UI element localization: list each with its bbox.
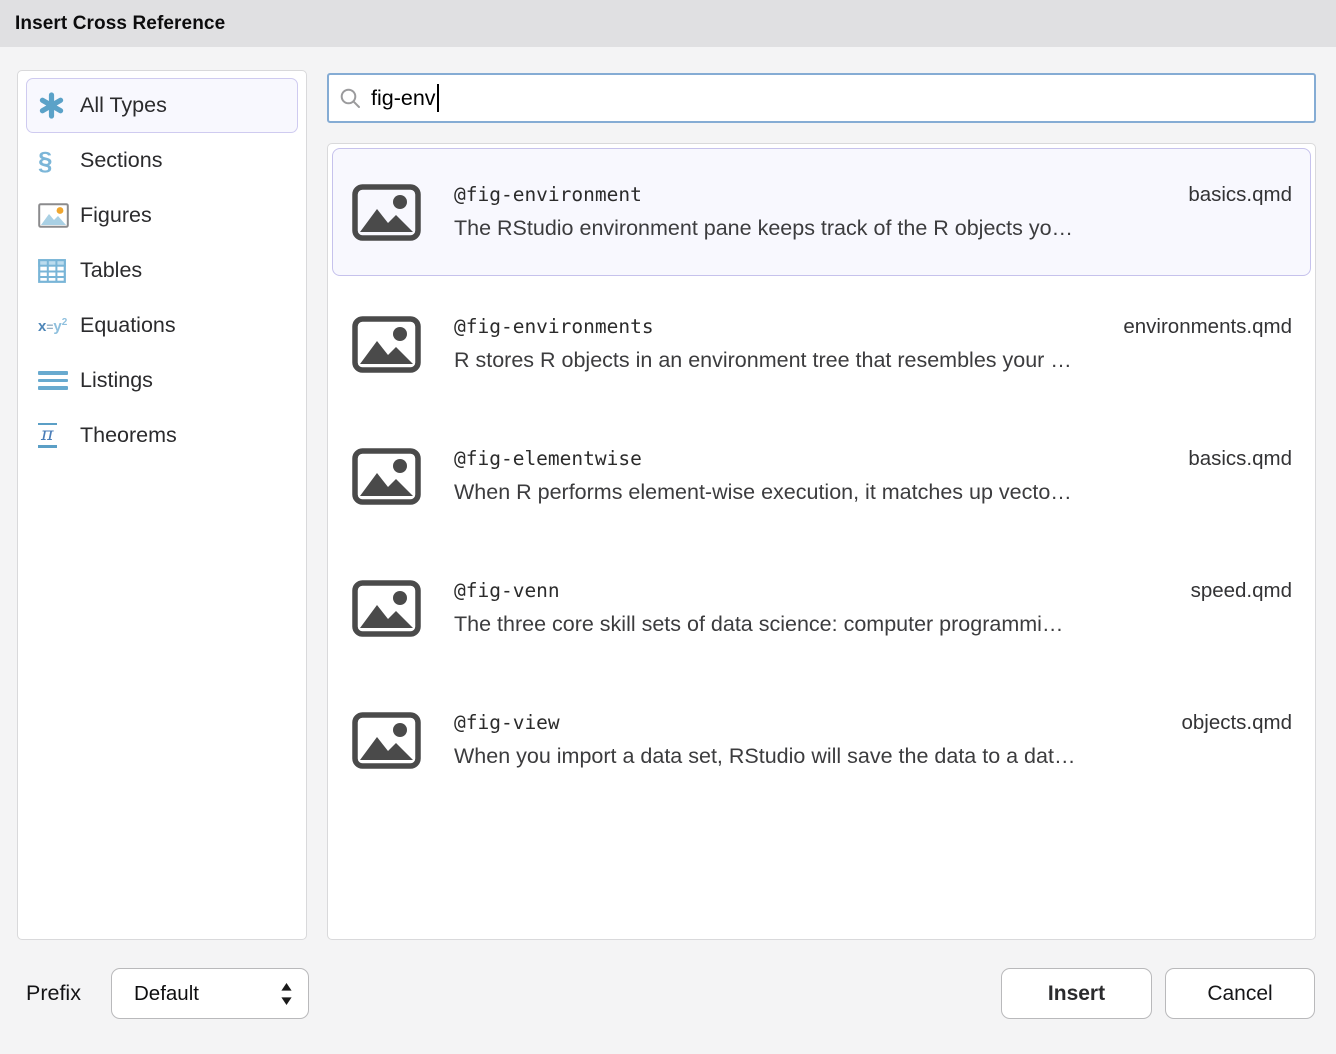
result-id: @fig-environment: [454, 183, 642, 206]
image-icon: [352, 316, 421, 373]
result-description: When R performs element-wise execution, …: [454, 480, 1292, 505]
search-icon: [339, 87, 362, 110]
equation-icon: x=y2: [38, 318, 80, 334]
dialog-titlebar: Insert Cross Reference: [0, 0, 1336, 47]
sidebar-item-label: Equations: [80, 313, 176, 338]
result-id: @fig-elementwise: [454, 447, 642, 470]
result-item-fig-environments[interactable]: @fig-environments environments.qmd R sto…: [332, 280, 1311, 408]
result-file: basics.qmd: [1188, 183, 1292, 207]
section-icon: §: [38, 148, 80, 174]
sidebar-item-equations[interactable]: x=y2 Equations: [26, 298, 298, 353]
sidebar-item-listings[interactable]: Listings: [26, 353, 298, 408]
sidebar-item-figures[interactable]: Figures: [26, 188, 298, 243]
cross-reference-results-list: @fig-environment basics.qmd The RStudio …: [327, 143, 1316, 940]
result-description: When you import a data set, RStudio will…: [454, 744, 1292, 769]
cancel-button[interactable]: Cancel: [1165, 968, 1315, 1019]
image-icon: [352, 448, 421, 505]
sidebar-item-label: Figures: [80, 203, 152, 228]
result-file: objects.qmd: [1181, 711, 1292, 735]
listing-icon: [38, 371, 80, 390]
prefix-selected-value: Default: [134, 982, 199, 1006]
asterisk-icon: [38, 92, 80, 119]
result-description: R stores R objects in an environment tre…: [454, 348, 1292, 373]
sidebar-item-label: All Types: [80, 93, 167, 118]
type-filter-sidebar: All Types § Sections Figures: [17, 70, 307, 940]
result-id: @fig-venn: [454, 579, 560, 602]
result-item-fig-environment[interactable]: @fig-environment basics.qmd The RStudio …: [332, 148, 1311, 276]
table-icon: [38, 259, 80, 283]
sidebar-item-label: Tables: [80, 258, 142, 283]
sidebar-item-sections[interactable]: § Sections: [26, 133, 298, 188]
figure-icon: [38, 203, 80, 228]
dropdown-stepper-icon: [280, 982, 293, 1006]
result-description: The RStudio environment pane keeps track…: [454, 216, 1292, 241]
sidebar-item-theorems[interactable]: π Theorems: [26, 408, 298, 463]
text-cursor: [437, 84, 439, 112]
sidebar-item-tables[interactable]: Tables: [26, 243, 298, 298]
image-icon: [352, 712, 421, 769]
result-file: speed.qmd: [1191, 579, 1292, 603]
result-item-fig-view[interactable]: @fig-view objects.qmd When you import a …: [332, 676, 1311, 804]
result-item-fig-elementwise[interactable]: @fig-elementwise basics.qmd When R perfo…: [332, 412, 1311, 540]
sidebar-item-all-types[interactable]: All Types: [26, 78, 298, 133]
search-query-text: fig-env: [371, 86, 436, 111]
search-input[interactable]: fig-env: [327, 73, 1316, 123]
prefix-label: Prefix: [26, 981, 81, 1006]
image-icon: [352, 580, 421, 637]
result-item-fig-venn[interactable]: @fig-venn speed.qmd The three core skill…: [332, 544, 1311, 672]
result-file: basics.qmd: [1188, 447, 1292, 471]
prefix-dropdown[interactable]: Default: [111, 968, 309, 1019]
sidebar-item-label: Sections: [80, 148, 162, 173]
result-file: environments.qmd: [1123, 315, 1292, 339]
result-id: @fig-environments: [454, 315, 654, 338]
insert-button[interactable]: Insert: [1001, 968, 1152, 1019]
image-icon: [352, 184, 421, 241]
insert-cross-reference-dialog: Insert Cross Reference All Types § Secti…: [0, 0, 1336, 1054]
dialog-title: Insert Cross Reference: [15, 13, 225, 35]
sidebar-item-label: Listings: [80, 368, 153, 393]
result-id: @fig-view: [454, 711, 560, 734]
result-description: The three core skill sets of data scienc…: [454, 612, 1292, 637]
theorem-icon: π: [38, 423, 80, 449]
sidebar-item-label: Theorems: [80, 423, 177, 448]
